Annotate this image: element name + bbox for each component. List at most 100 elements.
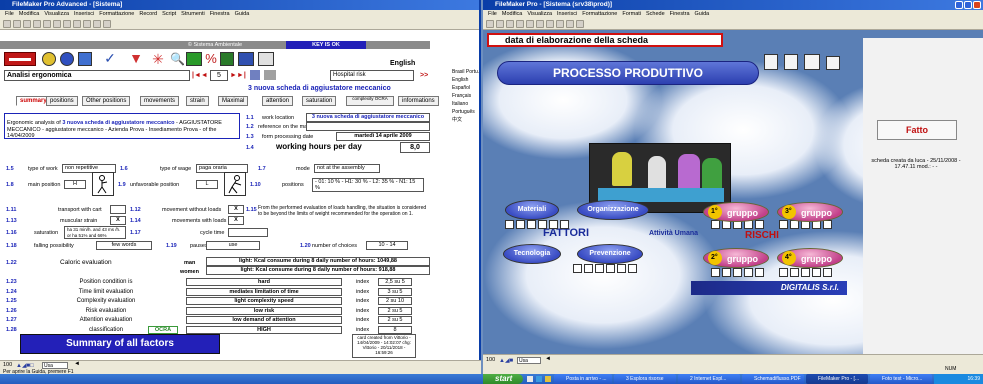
task-foto[interactable]: Foto test - Micro... [870,374,932,384]
cycle-time-field[interactable] [228,228,268,237]
r-paste-icon[interactable] [536,20,544,28]
hospital-risk-field[interactable]: Hospital risk [330,70,414,81]
menu-strumenti[interactable]: Strumenti [181,11,205,17]
asterisk-icon[interactable]: ✳ [150,52,166,66]
organizzazione-button[interactable]: Organizzazione [577,200,649,220]
menu-inserisci[interactable]: Inserisci [74,11,94,17]
delete-record-icon[interactable] [264,70,276,80]
document-icon[interactable] [764,54,778,70]
print-record-icon[interactable] [250,70,260,80]
open-icon[interactable] [13,20,21,28]
subject-field[interactable]: Analisi ergonomica [4,70,190,81]
gruppo-3-button[interactable]: 3° gruppo [777,202,843,222]
undo-icon[interactable] [73,20,81,28]
task-posta[interactable]: Posta in arrivo - ... [554,374,612,384]
rate-icon[interactable]: % [204,52,218,66]
lang-english[interactable]: English [452,76,482,84]
rmenu-formattazione[interactable]: Formattazione [582,11,617,17]
maximize-icon[interactable] [964,1,972,9]
lang-espanol[interactable]: Español [452,84,482,92]
fatto-button[interactable]: Fatto [877,120,957,140]
close-icon[interactable] [973,1,981,9]
tab-positions[interactable]: positions [46,96,78,106]
record-first-icon[interactable]: |◄◄ [192,72,208,79]
r-new-icon[interactable] [486,20,494,28]
caloric-women-field[interactable]: light: Kcal consume during 8 daily numbe… [206,266,430,275]
rmenu-formati[interactable]: Formati [622,11,641,17]
rmenu-finestra[interactable]: Finestra [670,11,690,17]
rmenu-guida[interactable]: Guida [695,11,710,17]
tab-informations[interactable]: informations [398,96,439,106]
save-disk-icon[interactable] [804,54,820,70]
eval-row-score[interactable]: 2 su 10 [378,297,412,305]
work-location-field[interactable]: 3 nuova scheda di aggiustatore meccanico [306,113,430,122]
chart-icon[interactable] [186,52,202,66]
r-zoom-level[interactable]: 100 [486,357,495,363]
tab-complexity-ocra[interactable]: complexity OCRA [346,96,394,106]
processing-date-field[interactable]: martedì 14 aprile 2009 [336,132,430,141]
eval-row-value[interactable]: mediates limitation of time [186,287,342,296]
saturation-field[interactable]: ha 31 min/h. and 43 ms /h. or ha 51% and… [64,226,126,239]
mode-select[interactable]: Usa [42,362,68,369]
eval-row-score[interactable]: 2 su 5 [378,316,412,324]
start-button[interactable]: start [483,374,523,384]
task-pdf[interactable]: Schemadiflusso.PDF [742,374,804,384]
pdf-icon[interactable] [826,56,840,70]
zoom-level[interactable]: 100 [3,362,12,368]
tab-attention[interactable]: attention [262,96,294,106]
print-icon[interactable] [33,20,41,28]
menu-guida[interactable]: Guida [235,11,250,17]
record-number-field[interactable]: 5 [210,70,228,81]
prevenzione-button[interactable]: Prevenzione [577,244,643,264]
movements-with-loads-field[interactable]: X [228,216,244,225]
tab-movements[interactable]: movements [140,96,180,106]
r-zoom-icons[interactable]: ▲◢■ [499,357,513,364]
gruppo-4-button[interactable]: 4° gruppo [777,248,843,268]
menu-record[interactable]: Record [139,11,157,17]
hospital-risk-arrow[interactable]: >> [420,72,428,79]
working-hours-field[interactable]: 8,0 [400,142,430,153]
r-cut-icon[interactable] [516,20,524,28]
menu-script[interactable]: Script [162,11,176,17]
eval-row-score[interactable]: 8 [378,325,412,334]
eval-row-value[interactable]: low demand of attention [186,316,342,324]
eval-row-value[interactable]: light complexity speed [186,297,342,305]
list-icon[interactable] [784,54,798,70]
map-reference-field[interactable] [306,122,430,131]
number-of-choices-field[interactable]: 10 - 14 [366,241,408,250]
lang-italiano[interactable]: Italiano [452,100,482,108]
menu-formattazione[interactable]: Formattazione [99,11,134,17]
lang-chinese[interactable]: 中文 [452,116,482,124]
gruppo-1-button[interactable]: 1° gruppo [703,202,769,222]
pauses-field[interactable]: use [206,241,260,250]
muscular-strain-field[interactable]: X [110,216,126,225]
menu-modifica[interactable]: Modifica [19,11,39,17]
unfavorable-position-field[interactable]: L [196,180,218,189]
rmenu-schede[interactable]: Schede [646,11,665,17]
data-icon[interactable] [220,52,234,66]
lang-francais[interactable]: Français [452,92,482,100]
flag-icon[interactable] [258,52,274,66]
quicklaunch-icon[interactable] [527,376,533,382]
eval-row-value[interactable]: low risk [186,306,342,315]
menu-file[interactable]: File [5,11,14,17]
eval-row-score[interactable]: 3 su 5 [378,287,412,296]
down-arrow-icon[interactable]: ▼ [128,51,144,66]
r-save-icon[interactable] [496,20,504,28]
tab-strain[interactable]: strain [186,96,209,106]
sort-icon[interactable] [83,20,91,28]
r-print-icon[interactable] [506,20,514,28]
mode-arrow-icon[interactable]: ◄ [74,361,80,367]
transport-cart-field[interactable] [110,205,126,214]
task-internet[interactable]: 2 Internet Expl... [678,374,740,384]
r-find-icon[interactable] [556,20,564,28]
mode-field[interactable]: not at the assembly [314,164,380,173]
menu-visualizza[interactable]: Visualizza [44,11,69,17]
task-esplora[interactable]: 3 Esplora risorse [614,374,676,384]
quicklaunch-folder-icon[interactable] [545,376,551,382]
r-mode-select[interactable]: Usa [517,357,541,364]
paste-icon[interactable] [63,20,71,28]
positions-field[interactable]: - 01: 10 % - H1: 30 % - L2: 35 % - N1: 1… [312,178,424,192]
r-help-icon[interactable] [576,20,584,28]
date-field[interactable]: data di elaborazione della scheda [487,33,723,47]
